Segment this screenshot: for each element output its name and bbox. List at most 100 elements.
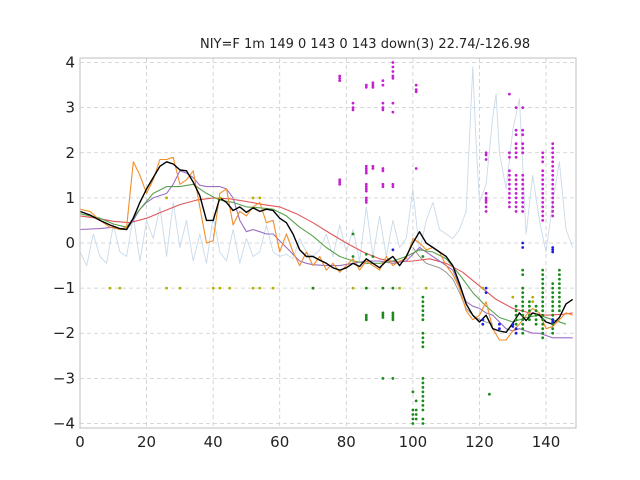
marker-point-darkgreen [421, 340, 425, 344]
marker-point-magenta [381, 79, 385, 82]
marker-point-darkgreen [558, 286, 561, 290]
marker-point-magenta [521, 178, 525, 182]
marker-point-magenta [484, 205, 488, 209]
marker-point-olive [398, 286, 401, 290]
marker-point-darkgreen [521, 286, 525, 290]
marker-point-magenta [514, 128, 518, 132]
marker-point-darkgreen [421, 313, 425, 317]
marker-point-darkgreen [421, 422, 425, 425]
x-tick-label: 60 [270, 433, 289, 451]
marker-point-blue [391, 248, 395, 252]
marker-point-darkgreen [534, 309, 538, 313]
marker-point-darkgreen [421, 408, 425, 412]
marker-point-blue [551, 250, 555, 254]
marker-point-magenta [508, 173, 511, 177]
marker-point-magenta [521, 192, 525, 195]
marker-point-magenta [514, 187, 518, 191]
marker-point-magenta [484, 158, 488, 161]
marker-point-darkgreen [421, 404, 425, 407]
marker-point-magenta [508, 187, 511, 191]
marker-point-magenta [521, 201, 525, 204]
marker-point-darkgreen [558, 273, 561, 276]
marker-point-olive [531, 300, 535, 304]
marker-point-magenta [521, 173, 525, 177]
marker-point-magenta [364, 201, 368, 204]
marker-point-darkgreen [391, 318, 395, 322]
marker-point-magenta [484, 210, 488, 213]
marker-point-darkgreen [534, 322, 538, 326]
marker-point-darkgreen [381, 316, 385, 319]
marker-point-darkgreen [364, 318, 368, 322]
marker-point-magenta [514, 210, 518, 213]
marker-point-darkgreen [551, 295, 555, 299]
marker-point-magenta [364, 85, 368, 89]
marker-point-magenta [338, 74, 342, 78]
marker-point-blue [514, 327, 518, 331]
marker-point-darkgreen [558, 309, 561, 313]
marker-point-darkgreen [521, 331, 525, 335]
series-line-orange [79, 156, 573, 341]
marker-point-darkgreen [534, 318, 538, 322]
marker-point-olive [108, 286, 112, 290]
marker-point-darkgreen [541, 318, 545, 322]
marker-point-magenta [338, 180, 342, 184]
marker-point-darkgreen [421, 318, 425, 322]
y-tick-label: −4 [53, 414, 75, 432]
marker-point-magenta [521, 142, 525, 146]
y-tick-label: −2 [53, 324, 75, 342]
marker-point-darkgreen [521, 318, 525, 322]
marker-point-darkgreen [514, 309, 518, 313]
marker-point-magenta [381, 169, 385, 173]
marker-point-darkgreen [411, 390, 415, 394]
marker-point-olive [258, 196, 262, 200]
marker-point-darkgreen [381, 286, 385, 290]
marker-point-olive [251, 286, 255, 290]
marker-point-magenta [541, 219, 545, 222]
x-tick-label: 80 [337, 433, 356, 451]
marker-point-darkgreen [421, 300, 425, 304]
marker-point-blue [551, 320, 555, 324]
marker-point-olive [351, 286, 355, 290]
y-tick-label: −1 [53, 279, 75, 297]
marker-point-magenta [364, 171, 368, 175]
x-tick-label: 100 [399, 433, 428, 451]
marker-point-darkgreen [541, 331, 545, 335]
marker-point-darkgreen [351, 232, 355, 236]
marker-point-darkgreen [528, 313, 531, 317]
marker-point-magenta [514, 106, 518, 109]
marker-point-darkgreen [488, 392, 491, 396]
marker-point-magenta [521, 187, 525, 191]
y-tick-label: 3 [65, 99, 75, 117]
marker-point-magenta [381, 108, 385, 112]
marker-point-darkgreen [421, 377, 425, 380]
marker-point-darkgreen [558, 295, 561, 299]
marker-point-darkgreen [541, 295, 545, 299]
marker-point-darkgreen [541, 322, 545, 326]
marker-point-magenta [351, 108, 355, 112]
marker-point-blue [511, 325, 515, 328]
marker-point-darkgreen [514, 304, 518, 308]
marker-point-darkgreen [558, 277, 561, 281]
y-tick-label: 1 [65, 189, 75, 207]
marker-point-darkgreen [421, 417, 425, 421]
marker-point-magenta [551, 173, 555, 177]
marker-point-darkgreen [514, 318, 518, 322]
marker-point-olive [258, 286, 262, 290]
x-tick-label: 0 [75, 433, 85, 451]
marker-point-darkgreen [521, 295, 525, 299]
marker-point-magenta [551, 210, 555, 213]
marker-point-darkgreen [541, 282, 545, 285]
marker-point-magenta [521, 151, 525, 155]
marker-point-darkgreen [421, 381, 425, 385]
marker-point-magenta [508, 155, 511, 159]
marker-point-darkgreen [521, 291, 525, 294]
marker-point-magenta [541, 192, 545, 195]
marker-point-olive [218, 196, 222, 200]
marker-point-magenta [391, 110, 395, 114]
marker-point-darkgreen [528, 309, 531, 313]
marker-point-magenta [514, 178, 518, 182]
marker-point-darkgreen [521, 300, 525, 304]
marker-point-magenta [371, 167, 375, 170]
marker-point-darkgreen [551, 313, 555, 317]
marker-point-magenta [514, 173, 518, 177]
